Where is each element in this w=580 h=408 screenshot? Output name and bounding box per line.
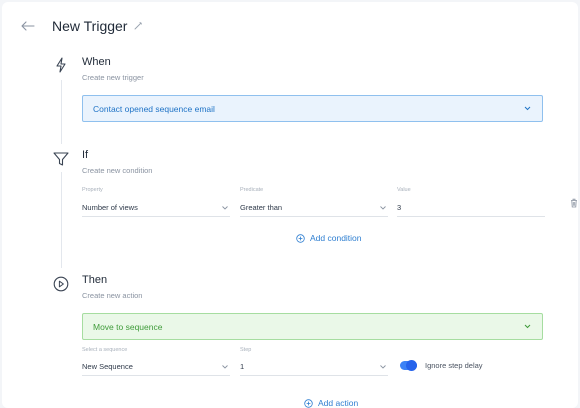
property-label: Property [82,187,103,193]
chevron-down-icon [380,206,386,210]
predicate-select[interactable]: Greater than [240,203,282,212]
step-underline [240,375,388,376]
action-select-value: Move to sequence [93,321,163,332]
plus-circle-icon [296,233,305,243]
toggle-knob [406,360,417,371]
chevron-down-icon [222,206,228,210]
timeline-line [61,172,62,268]
predicate-label: Predicate [240,187,264,193]
sequence-label: Select a sequence [82,347,128,353]
chevron-down-icon [524,106,531,111]
chevron-down-icon [222,365,228,369]
value-label: Value [397,187,411,193]
lightning-icon [56,57,66,73]
trigger-select[interactable]: Contact opened sequence email [82,95,543,122]
step-select[interactable]: 1 [240,362,244,371]
chevron-down-icon [380,365,386,369]
filter-icon [53,152,69,166]
sequence-select[interactable]: New Sequence [82,362,133,371]
predicate-underline [240,216,388,217]
property-underline [82,216,230,217]
value-input[interactable]: 3 [397,203,401,212]
step-label: Step [240,347,252,353]
trigger-select-value: Contact opened sequence email [93,103,215,114]
when-subtitle: Create new trigger [82,73,144,82]
when-title: When [82,56,111,68]
plus-circle-icon [304,398,313,408]
arrow-left-icon[interactable] [20,19,36,33]
play-circle-icon [53,276,69,292]
if-subtitle: Create new condition [82,166,153,175]
page-header: New Trigger [52,18,143,34]
ignore-delay-label: Ignore step delay [425,361,483,370]
then-subtitle: Create new action [82,291,143,300]
if-title: If [82,149,89,161]
add-action-label: Add action [318,398,359,408]
timeline-line [61,80,62,144]
ignore-delay-toggle[interactable] [400,360,417,371]
value-underline [397,216,545,217]
page-title: New Trigger [52,18,128,34]
chevron-down-icon [524,324,531,329]
add-condition-label: Add condition [310,233,362,243]
sequence-underline [82,375,230,376]
action-select[interactable]: Move to sequence [82,313,543,340]
trash-icon[interactable] [570,198,578,208]
pencil-icon[interactable] [133,21,143,31]
then-title: Then [82,274,108,286]
add-action-link[interactable]: Add action [304,398,358,408]
add-condition-link[interactable]: Add condition [296,233,362,243]
property-select[interactable]: Number of views [82,203,138,212]
